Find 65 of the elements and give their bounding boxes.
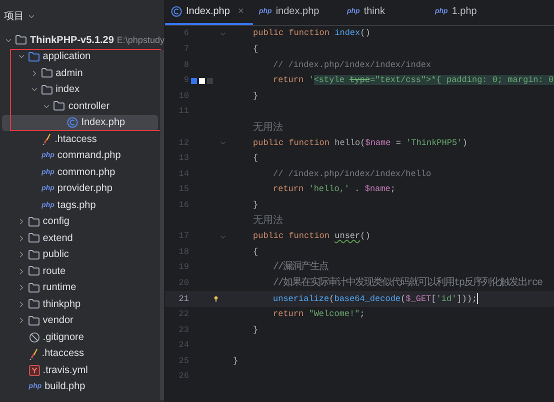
code-line: { <box>253 44 258 54</box>
close-icon[interactable]: × <box>238 4 244 19</box>
color-swatch[interactable] <box>199 78 205 84</box>
tree-item[interactable]: public <box>2 246 158 263</box>
tree-item[interactable]: route <box>2 263 158 280</box>
class-icon <box>171 6 182 17</box>
yaml-file-icon <box>28 364 40 376</box>
folder-icon <box>28 232 40 244</box>
tree-item[interactable]: .htaccess <box>2 346 158 362</box>
tree-item[interactable]: config <box>2 214 158 230</box>
code-line: { <box>253 246 258 257</box>
code-line: public function unser() <box>253 231 370 242</box>
inlay-hint: 无用法 <box>253 122 283 133</box>
code-line: public function hello($name = 'ThinkPHP5') <box>253 138 468 148</box>
folder-icon <box>28 50 40 63</box>
folder-icon <box>28 216 40 228</box>
editor-tab[interactable]: Index.php × <box>165 0 253 25</box>
code-line: return "Welcome!"; <box>273 309 365 320</box>
code-line: unserialize(base64_decode($_GET['id'])); <box>273 294 478 304</box>
code-line: } <box>253 324 258 335</box>
tree-item[interactable]: ThinkPHP-v5.1.29 E:\phpstudy <box>2 32 164 48</box>
code-line: return '<style type="text/css">*{ padding: 0; margin: 0 <box>273 75 554 86</box>
tree-item[interactable]: vendor <box>2 312 158 329</box>
code-line: } <box>253 90 258 101</box>
tree-item[interactable]: application <box>2 48 158 65</box>
code-line: return 'hello,' . $name; <box>273 184 396 194</box>
class-icon <box>67 117 78 128</box>
color-swatch[interactable] <box>191 78 197 84</box>
tree-item[interactable]: .htaccess <box>2 131 158 148</box>
code-line: // /index.php/index/index/index <box>273 60 432 70</box>
color-swatch[interactable] <box>207 78 213 84</box>
feather-icon <box>42 133 52 146</box>
code-line: public function index() <box>253 28 370 38</box>
folder-icon <box>15 34 27 46</box>
folder-icon <box>28 298 40 310</box>
tree-item[interactable]: controller <box>2 98 158 114</box>
code-line: // /index.php/index/index/hello <box>273 168 432 179</box>
tree-item[interactable]: Index.php <box>2 114 158 131</box>
lightbulb-icon[interactable] <box>213 294 219 304</box>
tree-item[interactable]: thinkphp <box>2 296 158 312</box>
code-line: { <box>253 153 258 164</box>
tree-item[interactable]: runtime <box>2 280 158 296</box>
tree-item[interactable]: admin <box>2 65 158 82</box>
tree-item[interactable]: .gitignore <box>2 329 158 346</box>
code-line: } <box>253 200 258 210</box>
tree-item[interactable]: .travis.yml <box>2 362 158 378</box>
folder-icon <box>40 67 53 80</box>
panel-title: 项目 <box>4 10 24 24</box>
project-path: E:\phpstudy <box>116 34 164 47</box>
folder-icon <box>53 100 66 112</box>
folder-icon <box>28 265 40 278</box>
folder-icon <box>28 282 40 294</box>
tree-item[interactable]: index <box>2 82 158 98</box>
code-line: } <box>233 356 238 366</box>
ban-icon <box>28 332 40 343</box>
tree-item[interactable]: extend <box>2 230 158 246</box>
folder-icon <box>28 314 40 327</box>
folder-icon <box>40 84 53 96</box>
folder-icon <box>28 248 40 261</box>
code-line: //如果在实际审计中发现类似代码就可以利用tp反序列化触发出rce <box>273 278 542 288</box>
feather-icon <box>28 348 39 360</box>
text-cursor <box>477 293 478 304</box>
code-line: //漏洞产生点 <box>273 262 328 272</box>
inlay-hint: 无用法 <box>253 216 283 226</box>
line-number: 21 <box>178 294 189 304</box>
